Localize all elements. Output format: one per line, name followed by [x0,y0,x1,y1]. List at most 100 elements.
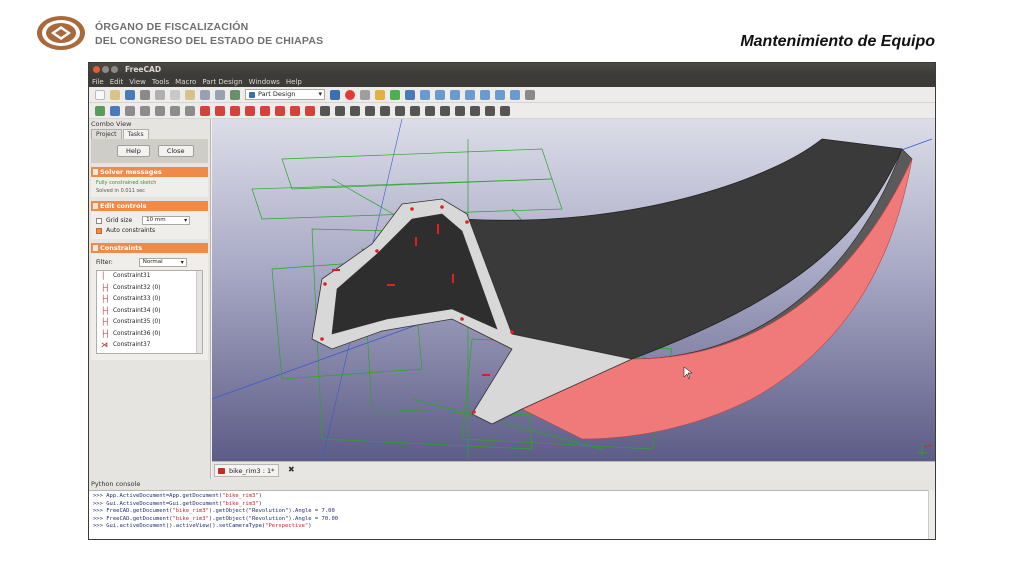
task-buttons: Help Close [91,139,208,163]
rectangle-icon[interactable] [275,105,285,116]
window-maximize-icon[interactable] [111,66,118,73]
external-geometry-icon[interactable] [305,105,315,116]
measure-icon[interactable] [525,89,535,100]
tab-tasks[interactable]: Tasks [122,129,149,139]
menu-part-design[interactable]: Part Design [202,78,242,86]
undo-icon[interactable] [200,89,210,100]
print-icon[interactable] [140,89,150,100]
constraints-header[interactable]: Constraints [91,243,208,253]
edit-controls-body: Grid size 10 mm Auto constraints [91,211,208,239]
lock-constraint-icon[interactable] [320,105,330,116]
close-tab-icon[interactable]: ✖ [288,465,295,474]
window-titlebar[interactable]: FreeCAD [89,63,935,76]
pad-icon[interactable] [125,105,135,116]
perpendicular-constraint-icon[interactable] [455,105,465,116]
groove-icon[interactable] [170,105,180,116]
fillet-icon[interactable] [185,105,195,116]
vertical-constraint-icon[interactable] [410,105,420,116]
line-icon[interactable] [215,105,225,116]
org-line-1: ÓRGANO DE FISCALIZACIÓN [95,21,249,33]
arc-icon[interactable] [230,105,240,116]
coincident-constraint-icon[interactable] [335,105,345,116]
refresh-icon[interactable] [230,89,240,100]
console-line: >>> FreeCAD.getDocument("bike_rim3").get… [93,515,339,522]
cut-icon[interactable] [155,89,165,100]
execute-macro-icon[interactable] [390,89,400,100]
auto-constraints-row: Auto constraints [96,227,203,234]
document-tab[interactable]: bike_rim3 : 1* [214,464,280,477]
vertical-distance-icon[interactable] [380,105,390,116]
edit-controls-header[interactable]: Edit controls [91,201,208,211]
circle-icon[interactable] [245,105,255,116]
new-document-icon[interactable] [95,89,105,100]
close-button[interactable]: Close [157,145,194,157]
pocket-icon[interactable] [140,105,150,116]
bottom-view-icon[interactable] [495,89,505,100]
equal-constraint-icon[interactable] [485,105,495,116]
combo-view-panel: Combo View Project Tasks Help Close Solv… [89,119,211,479]
workbench-selector[interactable]: Part Design [245,89,325,100]
menu-windows[interactable]: Windows [249,78,280,86]
redo-icon[interactable] [215,89,225,100]
menu-file[interactable]: File [92,78,104,86]
rear-view-icon[interactable] [480,89,490,100]
menu-macro[interactable]: Macro [175,78,196,86]
parallel-constraint-icon[interactable] [440,105,450,116]
view-sketch-icon[interactable] [95,105,105,116]
python-console-title: Python console [89,479,935,490]
fit-all-icon[interactable] [405,89,415,100]
list-item[interactable]: │ Constraint31 [97,271,202,283]
menu-edit[interactable]: Edit [110,78,124,86]
list-item[interactable]: ├┤ Constraint33 (0) [97,294,202,306]
copy-icon[interactable] [170,89,180,100]
macros-icon[interactable] [375,89,385,100]
polyline-icon[interactable] [260,105,270,116]
constraints-scrollbar[interactable] [196,271,202,353]
menu-help[interactable]: Help [286,78,302,86]
leave-sketch-icon[interactable] [110,105,120,116]
tab-project[interactable]: Project [91,129,122,139]
console-line: >>> Gui.ActiveDocument=Gui.getDocument("… [93,500,262,507]
front-view-icon[interactable] [435,89,445,100]
list-item[interactable]: ⋊ Constraint37 [97,340,202,352]
list-item[interactable]: ├┤ Constraint32 (0) [97,283,202,295]
constraint-label: Constraint31 [113,273,151,279]
menu-tools[interactable]: Tools [152,78,169,86]
tangent-constraint-icon[interactable] [470,105,480,116]
open-document-icon[interactable] [110,89,120,100]
list-item[interactable]: ├┤ Constraint34 (0) [97,306,202,318]
stop-macro-icon[interactable] [360,89,370,100]
filter-select[interactable]: Normal [138,258,187,267]
auto-constraints-checkbox[interactable] [96,227,102,234]
grid-size-select[interactable]: 10 mm [142,216,191,225]
symmetric-constraint-icon[interactable] [500,105,510,116]
python-console[interactable]: >>> App.ActiveDocument=App.getDocument("… [89,490,935,539]
record-macro-icon[interactable] [345,89,355,100]
document-tabbar: bike_rim3 : 1* ✖ [212,461,935,479]
axonometric-view-icon[interactable] [420,89,430,100]
paste-icon[interactable] [185,89,195,100]
save-icon[interactable] [125,89,135,100]
grid-size-row: Grid size 10 mm [96,216,203,225]
point-icon[interactable] [200,105,210,116]
grid-size-checkbox[interactable] [96,217,102,224]
point-on-object-icon[interactable] [350,105,360,116]
window-close-icon[interactable] [93,66,100,73]
solver-messages-header[interactable]: Solver messages [91,167,208,177]
left-view-icon[interactable] [510,89,520,100]
horizontal-distance-icon[interactable] [365,105,375,116]
help-button[interactable]: Help [117,145,150,157]
radius-constraint-icon[interactable] [425,105,435,116]
list-item[interactable]: ├┤ Constraint35 (0) [97,317,202,329]
menu-view[interactable]: View [129,78,146,86]
horizontal-constraint-icon[interactable] [395,105,405,116]
console-scrollbar[interactable] [928,490,935,539]
window-minimize-icon[interactable] [102,66,109,73]
revolution-icon[interactable] [155,105,165,116]
top-view-icon[interactable] [450,89,460,100]
3d-viewport[interactable] [212,119,935,461]
right-view-icon[interactable] [465,89,475,100]
whats-this-icon[interactable] [330,89,340,100]
trim-icon[interactable] [290,105,300,116]
list-item[interactable]: ├┤ Constraint36 (0) [97,329,202,341]
